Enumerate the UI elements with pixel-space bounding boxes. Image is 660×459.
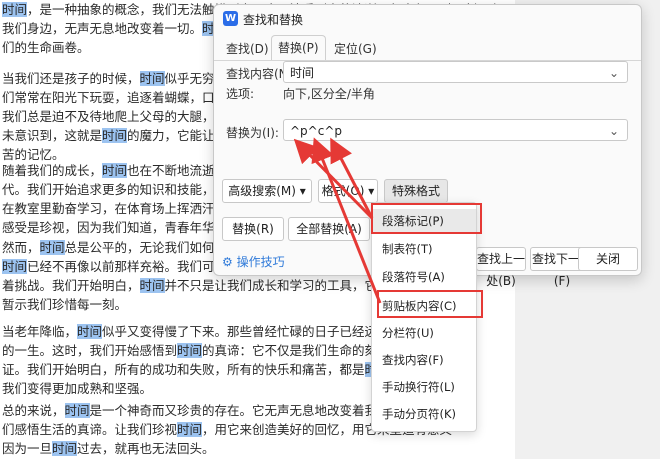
arrow-to-clipboard-c — [311, 137, 382, 304]
arrow-to-second-p — [330, 137, 374, 219]
arrow-to-first-p — [293, 138, 374, 220]
annotation-arrows — [293, 137, 382, 304]
